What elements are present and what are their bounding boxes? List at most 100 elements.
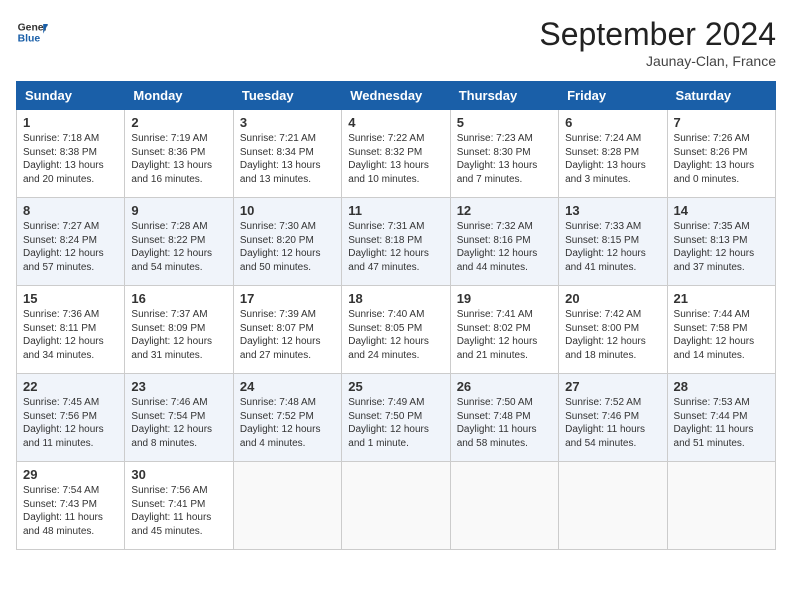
calendar-day-19: 19 Sunrise: 7:41 AM Sunset: 8:02 PM Dayli…	[450, 286, 558, 374]
day-info-14: Sunrise: 7:35 AM Sunset: 8:13 PM Dayligh…	[674, 220, 769, 274]
day-number-17: 17	[240, 291, 335, 306]
calendar-day-1: 1 Sunrise: 7:18 AM Sunset: 8:38 PM Daylig…	[17, 110, 125, 198]
day-info-7: Sunrise: 7:26 AM Sunset: 8:26 PM Dayligh…	[674, 132, 769, 186]
calendar-day-28: 28 Sunrise: 7:53 AM Sunset: 7:44 PM Dayli…	[667, 374, 775, 462]
day-number-27: 27	[565, 379, 660, 394]
calendar-empty-cell	[667, 462, 775, 550]
day-number-18: 18	[348, 291, 443, 306]
calendar-empty-cell	[559, 462, 667, 550]
day-info-13: Sunrise: 7:33 AM Sunset: 8:15 PM Dayligh…	[565, 220, 660, 274]
day-number-28: 28	[674, 379, 769, 394]
day-number-12: 12	[457, 203, 552, 218]
col-thursday: Thursday	[450, 82, 558, 110]
day-info-10: Sunrise: 7:30 AM Sunset: 8:20 PM Dayligh…	[240, 220, 335, 274]
day-info-9: Sunrise: 7:28 AM Sunset: 8:22 PM Dayligh…	[131, 220, 226, 274]
calendar-day-7: 7Sunrise: 7:26 AM Sunset: 8:26 PM Daylig…	[667, 110, 775, 198]
day-number-15: 15	[23, 291, 118, 306]
calendar-table: Sunday Monday Tuesday Wednesday Thursday…	[16, 81, 776, 550]
day-info-11: Sunrise: 7:31 AM Sunset: 8:18 PM Dayligh…	[348, 220, 443, 274]
calendar-day-21: 21 Sunrise: 7:44 AM Sunset: 7:58 PM Dayli…	[667, 286, 775, 374]
day-info-24: Sunrise: 7:48 AM Sunset: 7:52 PM Dayligh…	[240, 396, 335, 450]
calendar-day-14: 14 Sunrise: 7:35 AM Sunset: 8:13 PM Dayli…	[667, 198, 775, 286]
calendar-week-row: 8 Sunrise: 7:27 AM Sunset: 8:24 PM Daylig…	[17, 198, 776, 286]
calendar-day-2: 2 Sunrise: 7:19 AM Sunset: 8:36 PM Daylig…	[125, 110, 233, 198]
day-number-2: 2	[131, 115, 226, 130]
calendar-day-17: 17 Sunrise: 7:39 AM Sunset: 8:07 PM Dayli…	[233, 286, 341, 374]
day-info-4: Sunrise: 7:22 AM Sunset: 8:32 PM Dayligh…	[348, 132, 443, 186]
calendar-day-6: 6 Sunrise: 7:24 AM Sunset: 8:28 PM Daylig…	[559, 110, 667, 198]
calendar-empty-cell	[450, 462, 558, 550]
day-number-25: 25	[348, 379, 443, 394]
day-number-1: 1	[23, 115, 118, 130]
location: Jaunay-Clan, France	[539, 53, 776, 69]
day-info-18: Sunrise: 7:40 AM Sunset: 8:05 PM Dayligh…	[348, 308, 443, 362]
calendar-day-13: 13 Sunrise: 7:33 AM Sunset: 8:15 PM Dayli…	[559, 198, 667, 286]
day-info-19: Sunrise: 7:41 AM Sunset: 8:02 PM Dayligh…	[457, 308, 552, 362]
day-info-8: Sunrise: 7:27 AM Sunset: 8:24 PM Dayligh…	[23, 220, 118, 274]
day-info-22: Sunrise: 7:45 AM Sunset: 7:56 PM Dayligh…	[23, 396, 118, 450]
day-number-24: 24	[240, 379, 335, 394]
calendar-day-3: 3Sunrise: 7:21 AM Sunset: 8:34 PM Daylig…	[233, 110, 341, 198]
day-info-6: Sunrise: 7:24 AM Sunset: 8:28 PM Dayligh…	[565, 132, 660, 186]
col-tuesday: Tuesday	[233, 82, 341, 110]
day-info-23: Sunrise: 7:46 AM Sunset: 7:54 PM Dayligh…	[131, 396, 226, 450]
calendar-day-10: 10Sunrise: 7:30 AM Sunset: 8:20 PM Dayli…	[233, 198, 341, 286]
day-info-21: Sunrise: 7:44 AM Sunset: 7:58 PM Dayligh…	[674, 308, 769, 362]
day-info-25: Sunrise: 7:49 AM Sunset: 7:50 PM Dayligh…	[348, 396, 443, 450]
calendar-week-row: 1 Sunrise: 7:18 AM Sunset: 8:38 PM Daylig…	[17, 110, 776, 198]
calendar-day-11: 11Sunrise: 7:31 AM Sunset: 8:18 PM Dayli…	[342, 198, 450, 286]
day-number-16: 16	[131, 291, 226, 306]
col-friday: Friday	[559, 82, 667, 110]
day-number-4: 4	[348, 115, 443, 130]
day-number-9: 9	[131, 203, 226, 218]
day-info-12: Sunrise: 7:32 AM Sunset: 8:16 PM Dayligh…	[457, 220, 552, 274]
logo-icon: General Blue	[16, 16, 48, 48]
day-number-26: 26	[457, 379, 552, 394]
calendar-day-16: 16Sunrise: 7:37 AM Sunset: 8:09 PM Dayli…	[125, 286, 233, 374]
calendar-day-30: 30Sunrise: 7:56 AM Sunset: 7:41 PM Dayli…	[125, 462, 233, 550]
day-info-30: Sunrise: 7:56 AM Sunset: 7:41 PM Dayligh…	[131, 484, 226, 538]
calendar-day-20: 20 Sunrise: 7:42 AM Sunset: 8:00 PM Dayli…	[559, 286, 667, 374]
day-info-20: Sunrise: 7:42 AM Sunset: 8:00 PM Dayligh…	[565, 308, 660, 362]
day-info-2: Sunrise: 7:19 AM Sunset: 8:36 PM Dayligh…	[131, 132, 226, 186]
calendar-day-8: 8 Sunrise: 7:27 AM Sunset: 8:24 PM Daylig…	[17, 198, 125, 286]
calendar-day-9: 9 Sunrise: 7:28 AM Sunset: 8:22 PM Daylig…	[125, 198, 233, 286]
day-number-23: 23	[131, 379, 226, 394]
page-header: General Blue September 2024 Jaunay-Clan,…	[16, 16, 776, 69]
day-info-1: Sunrise: 7:18 AM Sunset: 8:38 PM Dayligh…	[23, 132, 118, 186]
day-info-27: Sunrise: 7:52 AM Sunset: 7:46 PM Dayligh…	[565, 396, 660, 450]
calendar-day-18: 18 Sunrise: 7:40 AM Sunset: 8:05 PM Dayli…	[342, 286, 450, 374]
day-info-28: Sunrise: 7:53 AM Sunset: 7:44 PM Dayligh…	[674, 396, 769, 450]
day-number-19: 19	[457, 291, 552, 306]
day-info-5: Sunrise: 7:23 AM Sunset: 8:30 PM Dayligh…	[457, 132, 552, 186]
day-number-6: 6	[565, 115, 660, 130]
day-number-14: 14	[674, 203, 769, 218]
title-block: September 2024 Jaunay-Clan, France	[539, 16, 776, 69]
calendar-week-row: 22 Sunrise: 7:45 AM Sunset: 7:56 PM Dayli…	[17, 374, 776, 462]
calendar-day-23: 23 Sunrise: 7:46 AM Sunset: 7:54 PM Dayli…	[125, 374, 233, 462]
day-number-8: 8	[23, 203, 118, 218]
calendar-day-5: 5 Sunrise: 7:23 AM Sunset: 8:30 PM Daylig…	[450, 110, 558, 198]
calendar-empty-cell	[233, 462, 341, 550]
calendar-day-24: 24 Sunrise: 7:48 AM Sunset: 7:52 PM Dayli…	[233, 374, 341, 462]
day-number-29: 29	[23, 467, 118, 482]
day-number-20: 20	[565, 291, 660, 306]
calendar-day-4: 4 Sunrise: 7:22 AM Sunset: 8:32 PM Daylig…	[342, 110, 450, 198]
col-monday: Monday	[125, 82, 233, 110]
calendar-day-25: 25 Sunrise: 7:49 AM Sunset: 7:50 PM Dayli…	[342, 374, 450, 462]
day-number-21: 21	[674, 291, 769, 306]
day-info-3: Sunrise: 7:21 AM Sunset: 8:34 PM Dayligh…	[240, 132, 335, 186]
month-title: September 2024	[539, 16, 776, 53]
calendar-empty-cell	[342, 462, 450, 550]
svg-text:Blue: Blue	[18, 34, 41, 45]
calendar-week-row: 15Sunrise: 7:36 AM Sunset: 8:11 PM Dayli…	[17, 286, 776, 374]
calendar-day-29: 29Sunrise: 7:54 AM Sunset: 7:43 PM Dayli…	[17, 462, 125, 550]
calendar-day-27: 27 Sunrise: 7:52 AM Sunset: 7:46 PM Dayli…	[559, 374, 667, 462]
calendar-week-row: 29Sunrise: 7:54 AM Sunset: 7:43 PM Dayli…	[17, 462, 776, 550]
calendar-day-12: 12 Sunrise: 7:32 AM Sunset: 8:16 PM Dayli…	[450, 198, 558, 286]
day-number-5: 5	[457, 115, 552, 130]
calendar-day-15: 15Sunrise: 7:36 AM Sunset: 8:11 PM Dayli…	[17, 286, 125, 374]
day-number-22: 22	[23, 379, 118, 394]
day-number-13: 13	[565, 203, 660, 218]
day-info-17: Sunrise: 7:39 AM Sunset: 8:07 PM Dayligh…	[240, 308, 335, 362]
